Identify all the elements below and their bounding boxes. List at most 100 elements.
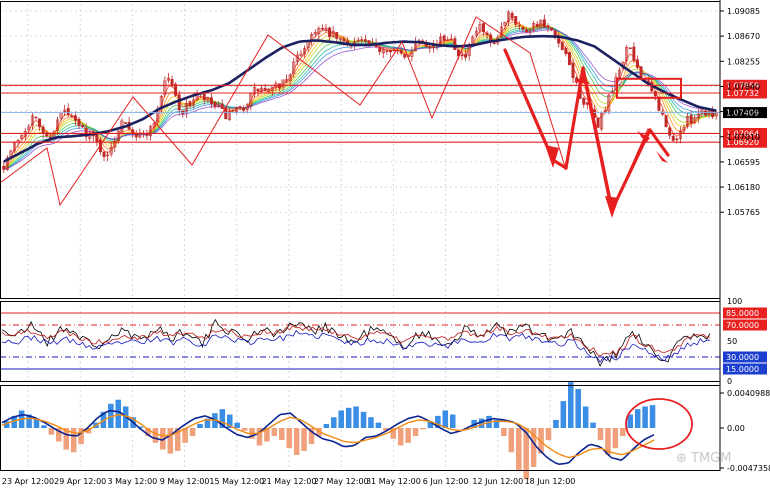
candle-body (145, 133, 149, 136)
arrow-head (605, 196, 619, 218)
x-tick-label: 15 May 12:00 (209, 477, 264, 486)
y-tick-label: 1.07010 (727, 133, 760, 142)
x-tick-label: 31 May 12:00 (366, 477, 421, 486)
candle-body (277, 83, 281, 89)
y-tick-label: 1.08670 (727, 32, 760, 41)
candle-body (2, 165, 6, 170)
candle-body (242, 107, 246, 111)
candle-body (77, 118, 81, 126)
macd-histogram-bar (197, 423, 203, 428)
candle-body (596, 117, 600, 128)
y-tick-label: 1.08255 (727, 57, 760, 66)
candle-body (453, 38, 457, 51)
candle-body (177, 94, 181, 111)
stoch-series-line (1, 318, 711, 367)
candle-body (521, 26, 525, 30)
candle-body (675, 138, 679, 141)
macd-panel: 0.0040988 0.00 -0.0047358 (1, 382, 770, 480)
macd-histogram-bar (515, 428, 522, 472)
candle-body (256, 88, 260, 92)
macd-histogram-bar (582, 406, 589, 428)
candle-body (335, 32, 339, 39)
candle-body (399, 49, 403, 54)
macd-histogram-bar (575, 388, 581, 428)
candle-body (635, 59, 639, 68)
x-tick-label: 3 May 12:00 (108, 477, 158, 486)
panel-frames (0, 0, 721, 471)
x-tick-label: 29 Apr 12:00 (54, 477, 106, 486)
macd-tick-label: -0.0047358 (727, 464, 770, 473)
candle-body (342, 38, 346, 42)
ma-ribbon (3, 18, 717, 170)
macd-histogram-bar (293, 428, 300, 455)
x-tick-label: 6 Jun 12:00 (423, 477, 469, 486)
candle-body (653, 91, 657, 97)
ma-slow (3, 34, 717, 163)
stoch-tick-label: 100 (727, 297, 742, 306)
macd-histogram-bar (560, 401, 567, 428)
stoch-level-text: 85.0000 (726, 309, 759, 318)
candle-body (202, 93, 206, 101)
candle-body (582, 97, 586, 105)
macd-histogram-bar (189, 428, 196, 437)
candle-body (378, 47, 382, 52)
stochastic-panel: 100 85.0000 70.0000 50 30.0000 15.0000 0 (0, 297, 767, 386)
candle-body (442, 35, 446, 41)
candle-body (81, 124, 85, 127)
candle-body (38, 118, 42, 128)
macd-histogram-bar (634, 409, 641, 428)
candle-body (363, 39, 367, 42)
candle-body (514, 16, 518, 25)
candle-body (134, 134, 138, 138)
candle-body (464, 54, 468, 58)
stoch-level-text: 70.0000 (726, 321, 759, 330)
macd-histogram-bar (353, 406, 359, 428)
candle-body (188, 101, 192, 107)
candle-body (170, 79, 174, 86)
candle-body (460, 54, 464, 57)
macd-histogram-bar (360, 411, 367, 428)
macd-histogram-bar (553, 419, 559, 428)
macd-histogram-bar (405, 428, 411, 443)
x-tick-label: 9 May 12:00 (160, 477, 210, 486)
candle-body (510, 13, 514, 19)
y-tick-label: 1.07425 (727, 108, 760, 117)
candle-body (657, 97, 661, 111)
macd-histogram-bar (449, 414, 456, 428)
candle-body (482, 23, 485, 33)
chart-window: 1.07859 1.07732 1.07409 1.07064 1.06920 100 8… (0, 0, 770, 490)
y-tick-label: 1.06595 (727, 158, 760, 167)
panel-frame (0, 301, 721, 382)
macd-histogram-bar (323, 423, 330, 428)
candles (2, 10, 718, 174)
x-tick-label: 27 May 12:00 (314, 477, 369, 486)
macd-histogram-bar (597, 428, 604, 441)
candle-body (564, 48, 568, 54)
ma-line-9 (3, 25, 717, 170)
candle-body (102, 151, 106, 157)
ma-slow-line (3, 34, 717, 163)
candle-body (95, 134, 99, 142)
candle-body (213, 101, 217, 107)
candle-body (66, 108, 70, 115)
candle-body (209, 97, 213, 104)
candle-body (542, 19, 546, 28)
macd-histogram-bar (368, 417, 374, 428)
stoch-level-text: 15.0000 (726, 365, 759, 374)
candle-body (524, 29, 528, 33)
stoch-level-text: 30.0000 (726, 353, 759, 362)
candle-body (668, 127, 672, 136)
macd-histogram-bar (345, 407, 352, 428)
macd-histogram-bar (286, 428, 292, 449)
x-tick-label: 23 Apr 12:00 (2, 477, 54, 486)
candle-body (231, 109, 235, 112)
macd-histogram-bar (234, 422, 240, 428)
y-tick-label: 1.05765 (727, 208, 760, 217)
macd-histogram-bar (620, 428, 626, 437)
macd-histogram-bar (545, 428, 552, 441)
candle-body (263, 88, 267, 91)
macd-histogram-bar (412, 428, 419, 437)
candle-body (628, 47, 632, 49)
candle-body (546, 25, 550, 28)
candle-body (388, 49, 392, 53)
